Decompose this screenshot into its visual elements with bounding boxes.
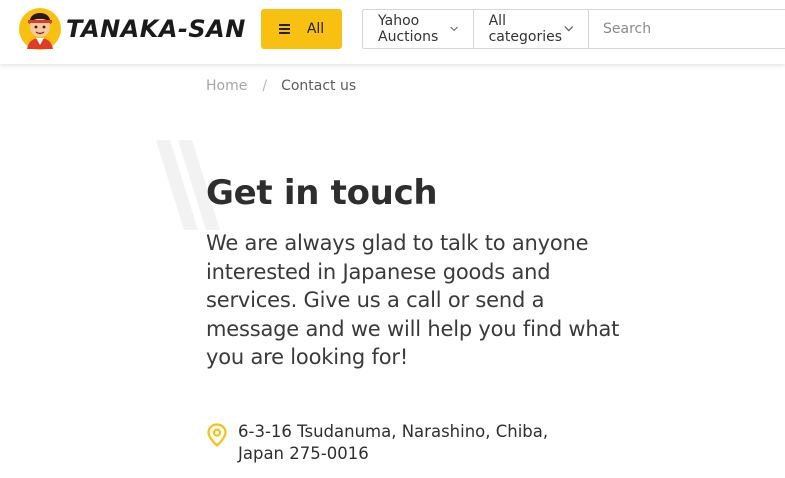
map-pin-icon (207, 423, 227, 447)
chevron-down-icon (564, 26, 574, 32)
hamburger-icon (278, 24, 291, 34)
category-select-value: All categories (488, 13, 562, 45)
logo-text: TANAKA-SAN (66, 15, 246, 43)
all-menu-button[interactable]: All (261, 9, 342, 49)
address-block: 6-3-16 Tsudanuma, Narashino, Chiba, Japa… (206, 421, 578, 464)
logo[interactable]: TANAKA-SAN (18, 6, 246, 52)
breadcrumb-current: Contact us (281, 78, 357, 94)
chevron-down-icon (450, 26, 459, 32)
intro-text: We are always glad to talk to anyone int… (206, 231, 620, 370)
all-button-label: All (306, 21, 325, 37)
search-bar: Yahoo Auctions All categories (362, 9, 785, 49)
site-select[interactable]: Yahoo Auctions (363, 10, 474, 48)
address-line-1: 6-3-16 Tsudanuma, Narashino, Chiba, (238, 422, 549, 441)
site-header: TANAKA-SAN All Yahoo Auctions All catego… (0, 0, 785, 64)
address-text: 6-3-16 Tsudanuma, Narashino, Chiba, Japa… (238, 421, 578, 464)
site-select-value: Yahoo Auctions (378, 13, 439, 45)
page-title: Get in touch (206, 173, 438, 213)
search-input[interactable] (589, 10, 785, 48)
breadcrumb-home-link[interactable]: Home (206, 78, 247, 94)
address-line-2: Japan 275-0016 (238, 443, 369, 463)
mascot-logo-icon (19, 8, 61, 50)
category-select[interactable]: All categories (474, 10, 589, 48)
breadcrumb-separator: / (262, 78, 268, 94)
breadcrumb: Home / Contact us (206, 78, 356, 94)
